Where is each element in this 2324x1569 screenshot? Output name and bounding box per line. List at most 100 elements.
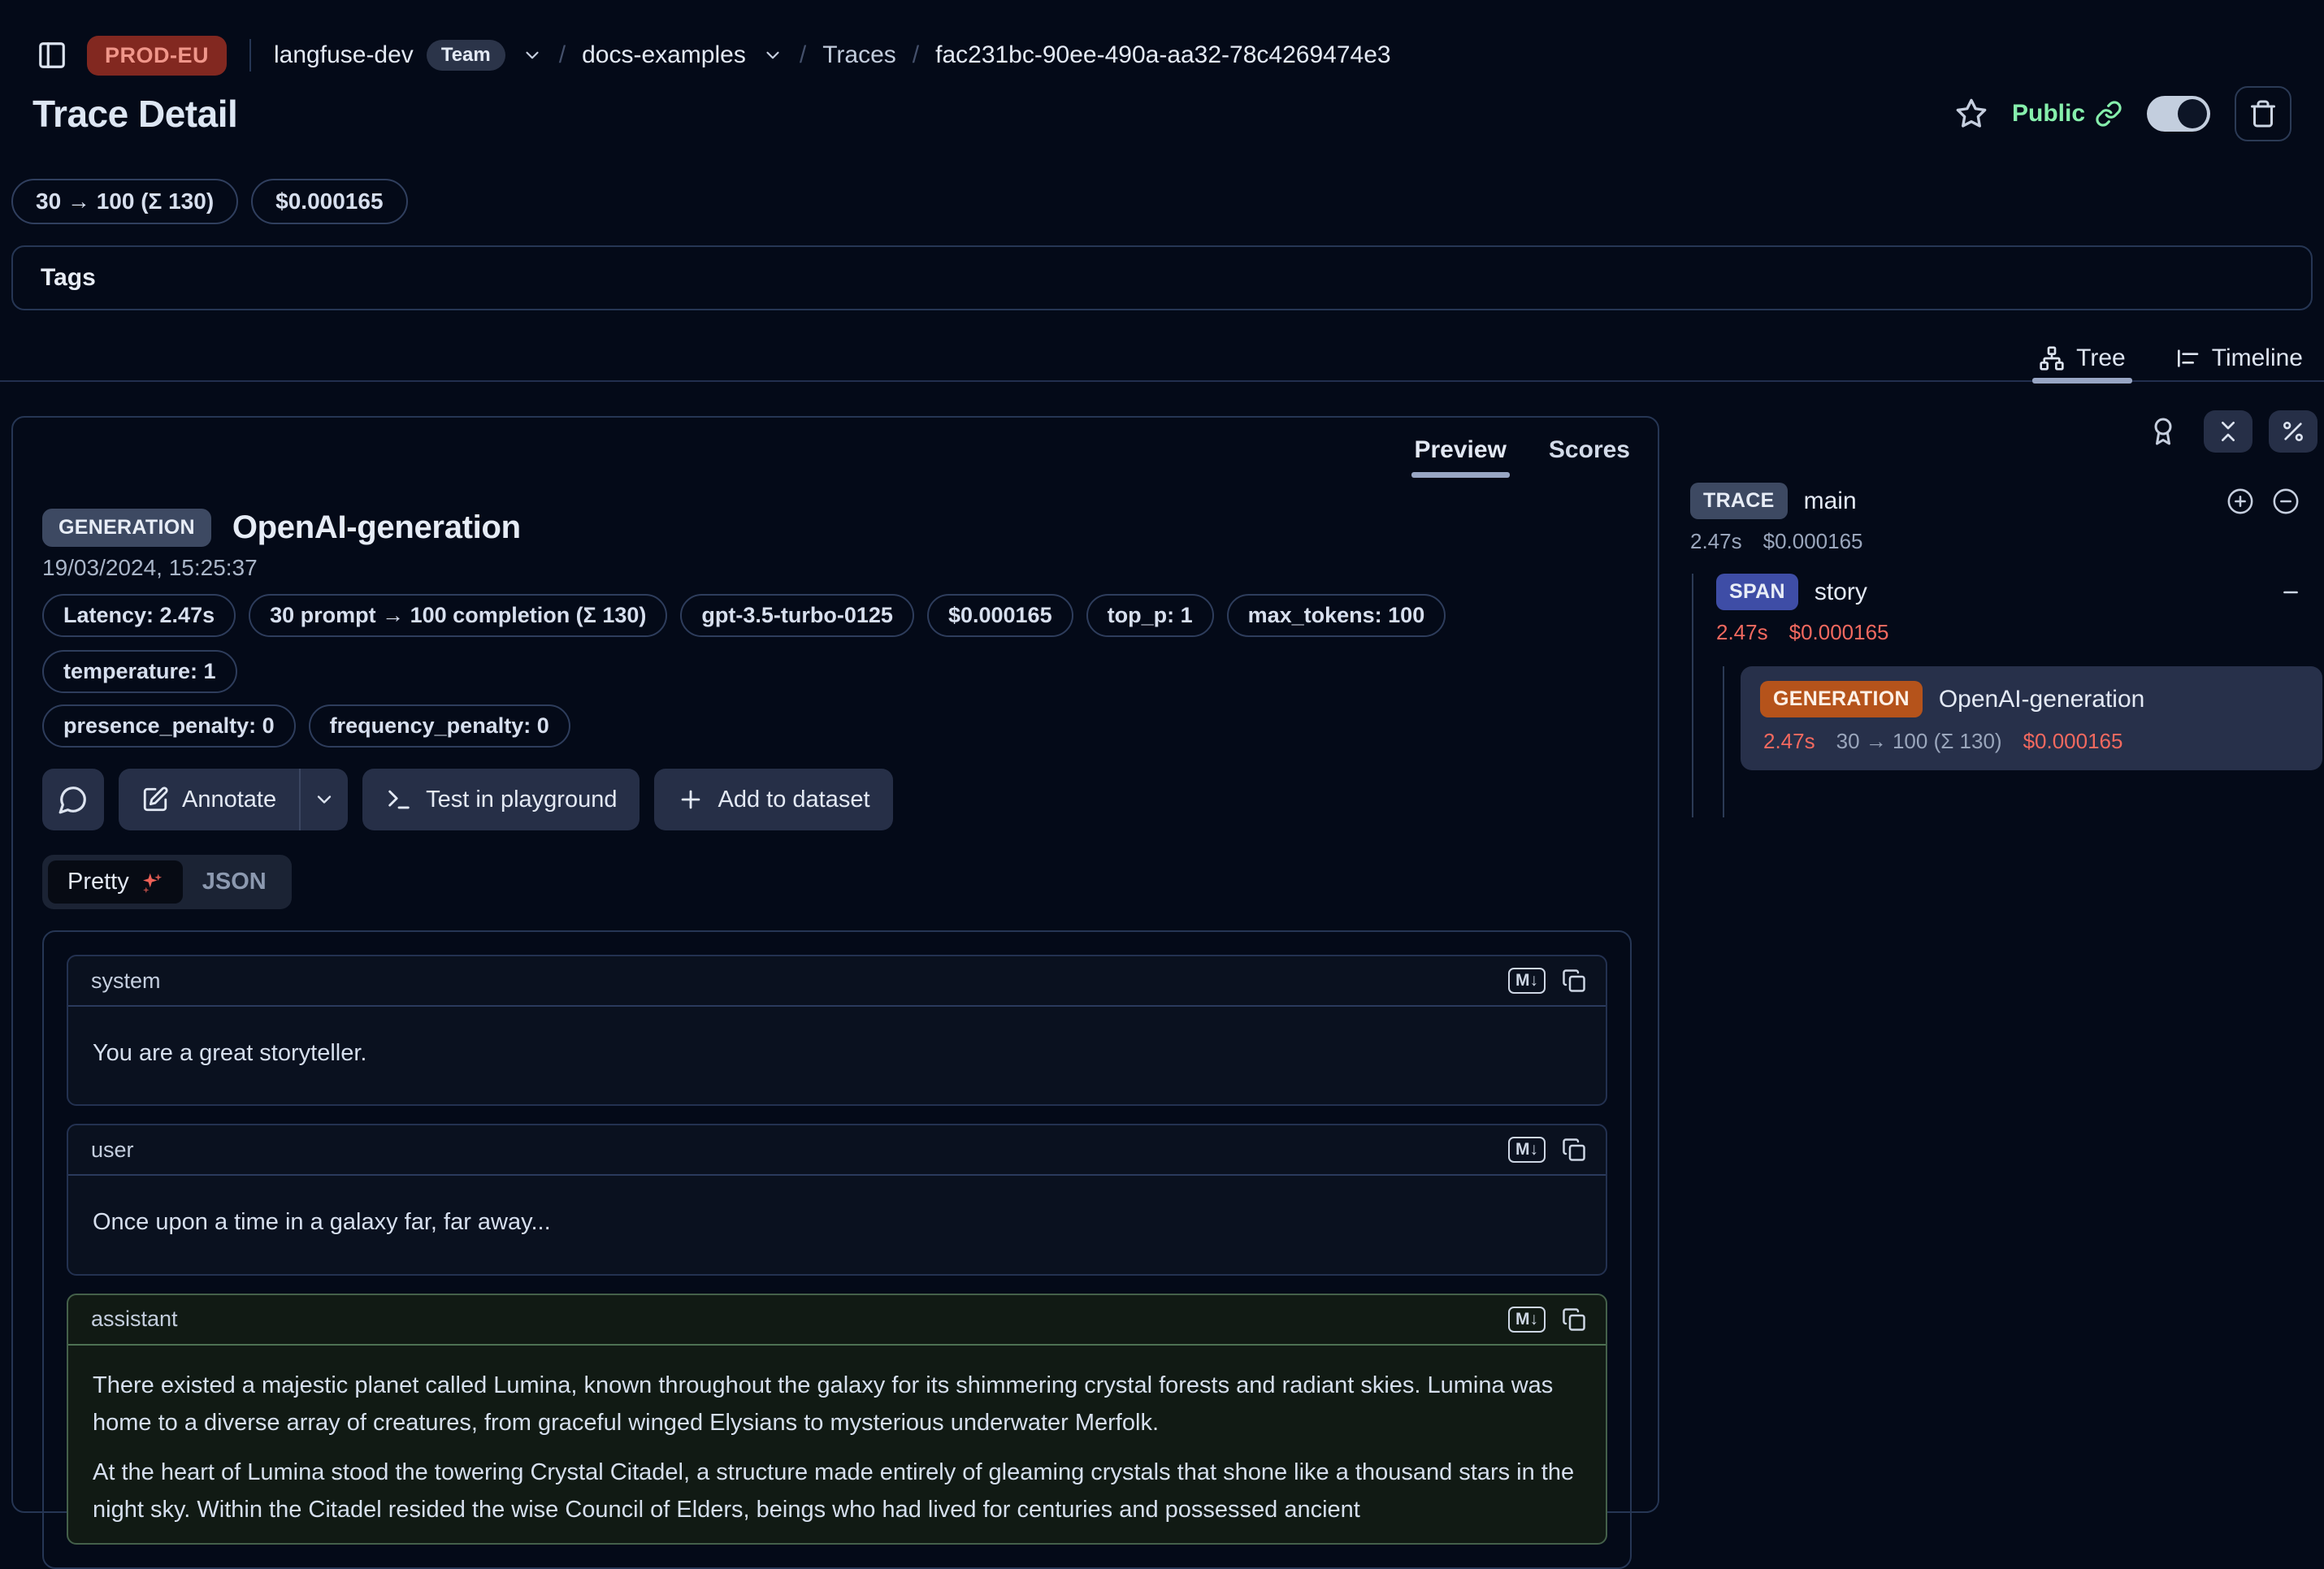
award-icon[interactable]: [2148, 417, 2178, 446]
terminal-icon: [385, 786, 413, 813]
generation-cost: $0.000165: [2023, 729, 2123, 754]
view-tabs: Tree Timeline: [0, 336, 2324, 382]
tags-box[interactable]: Tags: [11, 245, 2313, 310]
param-badge: gpt-3.5-turbo-0125: [680, 594, 914, 637]
title-bar: Trace Detail Public: [0, 81, 2324, 141]
observation-actions: Annotate Test in playground Add to datas…: [42, 769, 1628, 830]
tree-toolbar: [1690, 411, 2317, 452]
format-toggle: Pretty JSON: [42, 855, 292, 909]
plus-circle-icon[interactable]: [2226, 488, 2254, 515]
observation-card: Preview Scores GENERATION OpenAI-generat…: [11, 416, 1659, 1513]
generation-latency: 2.47s: [1763, 729, 1815, 754]
message-content: There existed a majestic planet called L…: [68, 1346, 1606, 1544]
message-role: assistant: [91, 1307, 178, 1332]
message-role: system: [91, 969, 161, 994]
markdown-icon[interactable]: M↓: [1508, 968, 1546, 994]
timeline-icon: [2174, 345, 2200, 371]
sidebar-toggle-icon[interactable]: [37, 40, 67, 71]
copy-icon[interactable]: [1562, 1138, 1586, 1162]
annotate-split-button: Annotate: [119, 769, 348, 830]
observation-header: GENERATION OpenAI-generation: [42, 509, 1628, 547]
format-pretty[interactable]: Pretty: [48, 860, 183, 904]
sparkles-icon: [139, 870, 163, 895]
top-bar: PROD-EU langfuse-dev Team docs-examples …: [0, 0, 2324, 81]
observation-title: OpenAI-generation: [232, 509, 521, 546]
tab-timeline[interactable]: Timeline: [2168, 336, 2309, 380]
span-metrics: 2.47s $0.000165: [1716, 620, 2317, 645]
add-to-dataset-button[interactable]: Add to dataset: [654, 769, 892, 830]
comment-icon: [58, 784, 89, 815]
param-badge: $0.000165: [927, 594, 1073, 637]
breadcrumb-traces[interactable]: Traces: [822, 41, 896, 69]
dataset-label: Add to dataset: [718, 787, 869, 813]
minus-circle-icon[interactable]: [2272, 488, 2300, 515]
param-badge: presence_penalty: 0: [42, 704, 296, 748]
tab-preview-label: Preview: [1415, 436, 1507, 464]
format-json[interactable]: JSON: [183, 860, 286, 904]
tags-label: Tags: [41, 264, 96, 292]
generation-row: GENERATION OpenAI-generation: [1760, 681, 2303, 717]
span-name: story: [1815, 579, 1867, 606]
bookmark-star-icon[interactable]: [1955, 98, 1988, 130]
span-block: SPAN story 2.47s $0.000165 GENERATION: [1716, 574, 2317, 817]
title-actions: Public: [1955, 86, 2291, 141]
panel-tabs: Preview Scores: [1411, 429, 1634, 471]
active-tab-indicator: [1411, 472, 1510, 478]
trace-metrics: 2.47s $0.000165: [1690, 529, 2317, 554]
copy-icon[interactable]: [1562, 1307, 1586, 1332]
markdown-icon[interactable]: M↓: [1508, 1137, 1546, 1163]
message-header: user M↓: [68, 1125, 1606, 1176]
delete-trace-button[interactable]: [2235, 86, 2291, 141]
markdown-icon[interactable]: M↓: [1508, 1307, 1546, 1333]
tab-preview[interactable]: Preview: [1411, 429, 1510, 471]
param-badge: max_tokens: 100: [1227, 594, 1446, 637]
breadcrumb-project[interactable]: docs-examples: [582, 41, 746, 69]
assistant-paragraph: There existed a majestic planet called L…: [93, 1367, 1581, 1442]
toggle-knob: [2178, 99, 2207, 128]
annotate-dropdown[interactable]: [301, 769, 348, 830]
message-card-system: system M↓ You are a great storyteller.: [67, 955, 1607, 1106]
generation-type-badge: GENERATION: [1760, 681, 1923, 717]
collapse-all-button[interactable]: [2204, 410, 2252, 453]
tab-scores[interactable]: Scores: [1546, 429, 1633, 471]
tree-node-generation-selected[interactable]: GENERATION OpenAI-generation 2.47s 30 → …: [1741, 666, 2322, 770]
tree-icon: [2039, 345, 2065, 371]
message-card-assistant: assistant M↓ There existed a majestic pl…: [67, 1294, 1607, 1545]
test-in-playground-button[interactable]: Test in playground: [362, 769, 640, 830]
tab-tree[interactable]: Tree: [2032, 336, 2132, 380]
trace-type-badge: TRACE: [1690, 483, 1788, 519]
public-share-link[interactable]: Public: [2012, 100, 2122, 128]
annotate-button[interactable]: Annotate: [119, 769, 299, 830]
message-content: You are a great storyteller.: [68, 1007, 1606, 1104]
trace-children: SPAN story 2.47s $0.000165 GENERATION: [1692, 574, 2317, 817]
token-usage-badge: 30 → 100 (Σ 130): [11, 179, 238, 224]
divider: [249, 39, 251, 72]
message-content: Once upon a time in a galaxy far, far aw…: [68, 1176, 1606, 1273]
chevron-down-icon[interactable]: [762, 45, 783, 66]
generation-tokens: 30 → 100 (Σ 130): [1836, 729, 2002, 754]
param-badge: 30 prompt → 100 completion (Σ 130): [249, 594, 667, 637]
tab-scores-label: Scores: [1549, 436, 1630, 464]
copy-icon[interactable]: [1562, 969, 1586, 993]
chevron-down-icon[interactable]: [522, 45, 543, 66]
chevron-down-icon: [313, 788, 336, 811]
collapse-node-icon[interactable]: [2280, 582, 2301, 603]
breadcrumb-separator: [800, 41, 806, 69]
tree-node-span[interactable]: SPAN story: [1716, 574, 2317, 610]
param-badge: frequency_penalty: 0: [309, 704, 570, 748]
breadcrumb-org[interactable]: langfuse-dev: [274, 41, 414, 69]
public-toggle[interactable]: [2147, 96, 2210, 132]
show-metrics-button[interactable]: [2269, 410, 2317, 453]
breadcrumb-separator: [913, 41, 919, 69]
trace-summary-badges: 30 → 100 (Σ 130) $0.000165: [0, 179, 2324, 224]
active-tab-indicator: [2032, 378, 2132, 384]
message-tools: M↓: [1508, 1137, 1586, 1163]
public-label: Public: [2012, 100, 2085, 128]
message-card-user: user M↓ Once upon a time in a galaxy far…: [67, 1124, 1607, 1275]
edit-pen-icon: [141, 786, 169, 813]
page-title: Trace Detail: [33, 92, 237, 136]
comment-button[interactable]: [42, 769, 104, 830]
assistant-paragraph: At the heart of Lumina stood the towerin…: [93, 1454, 1581, 1529]
org-type-badge: Team: [427, 40, 505, 71]
tree-node-trace[interactable]: TRACE main: [1690, 483, 2317, 519]
